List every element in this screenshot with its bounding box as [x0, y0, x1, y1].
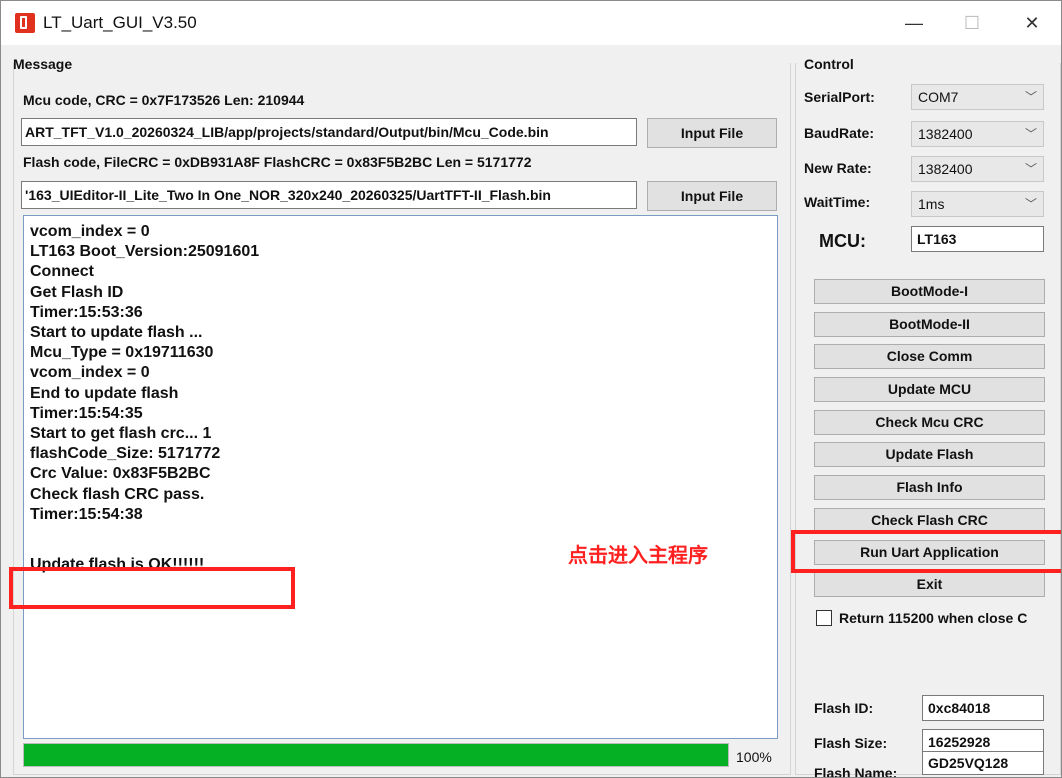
- message-group-title: Message: [13, 56, 73, 72]
- log-line: Mcu_Type = 0x19711630: [30, 344, 214, 362]
- progress-fill: [24, 744, 728, 766]
- progress-percent: 100%: [736, 749, 772, 765]
- return-115200-checkbox[interactable]: [816, 610, 832, 626]
- mcu-label: MCU:: [819, 231, 866, 251]
- new-rate-select[interactable]: 1382400 ﹀: [911, 156, 1044, 182]
- minimize-button[interactable]: —: [886, 1, 942, 45]
- bootmode-2-button[interactable]: BootMode-II: [814, 312, 1045, 337]
- log-line: Timer:15:54:35: [30, 404, 143, 422]
- chevron-down-icon: ﹀: [1024, 90, 1037, 104]
- flash-name-label: Flash Name:: [814, 765, 898, 778]
- log-line: LT163 Boot_Version:25091601: [30, 243, 260, 261]
- log-line: Start to get flash crc... 1: [30, 425, 212, 443]
- check-mcu-crc-button[interactable]: Check Mcu CRC: [814, 410, 1045, 435]
- log-line: Timer:15:54:38: [30, 505, 143, 523]
- log-line: Get Flash ID: [30, 283, 124, 301]
- serial-port-label: SerialPort:: [804, 89, 875, 105]
- flash-input-file-button[interactable]: Input File: [647, 181, 777, 211]
- mcu-field[interactable]: LT163: [911, 226, 1044, 252]
- mcu-input-file-button[interactable]: Input File: [647, 118, 777, 148]
- flash-id-label: Flash ID:: [814, 700, 874, 716]
- flash-info-button[interactable]: Flash Info: [814, 475, 1045, 500]
- close-comm-button[interactable]: Close Comm: [814, 344, 1045, 369]
- flash-code-path-field[interactable]: '163_UIEditor-II_Lite_Two In One_NOR_320…: [21, 181, 637, 209]
- update-flash-button[interactable]: Update Flash: [814, 442, 1045, 467]
- chevron-down-icon: ﹀: [1024, 197, 1037, 211]
- chevron-down-icon: ﹀: [1024, 127, 1037, 141]
- log-output[interactable]: vcom_index = 0 LT163 Boot_Version:250916…: [23, 215, 778, 739]
- log-line: vcom_index = 0: [30, 364, 150, 382]
- new-rate-label: New Rate:: [804, 160, 872, 176]
- update-mcu-button[interactable]: Update MCU: [814, 377, 1045, 402]
- log-line: flashCode_Size: 5171772: [30, 445, 221, 463]
- control-group-title: Control: [804, 56, 854, 72]
- wait-time-label: WaitTime:: [804, 194, 871, 210]
- log-line: Check flash CRC pass.: [30, 485, 205, 503]
- progress-bar: [23, 743, 729, 767]
- wait-time-value: 1ms: [918, 196, 945, 212]
- flash-size-label: Flash Size:: [814, 735, 888, 751]
- exit-button[interactable]: Exit: [814, 572, 1045, 597]
- baud-rate-select[interactable]: 1382400 ﹀: [911, 121, 1044, 147]
- app-window: LT_Uart_GUI_V3.50 — ☐ ✕ Message Mcu code…: [0, 0, 1062, 778]
- highlight-update-ok: [9, 567, 295, 609]
- bootmode-1-button[interactable]: BootMode-I: [814, 279, 1045, 304]
- log-line: Crc Value: 0x83F5B2BC: [30, 465, 211, 483]
- log-line: Connect: [30, 263, 94, 281]
- return-115200-label: Return 115200 when close C: [839, 610, 1028, 626]
- flash-id-field[interactable]: 0xc84018: [922, 695, 1044, 721]
- chevron-down-icon: ﹀: [1024, 162, 1037, 176]
- serial-port-select[interactable]: COM7 ﹀: [911, 84, 1044, 110]
- log-line: vcom_index = 0: [30, 223, 150, 240]
- log-line: Timer:15:53:36: [30, 303, 143, 321]
- log-line: Start to update flash ...: [30, 324, 203, 342]
- window-title: LT_Uart_GUI_V3.50: [43, 13, 197, 32]
- serial-port-value: COM7: [918, 89, 959, 105]
- baud-rate-value: 1382400: [918, 126, 973, 142]
- mcu-code-label: Mcu code, CRC = 0x7F173526 Len: 210944: [23, 92, 305, 108]
- close-button[interactable]: ✕: [1004, 1, 1060, 45]
- flash-name-field[interactable]: GD25VQ128: [922, 751, 1044, 775]
- baud-rate-label: BaudRate:: [804, 125, 875, 141]
- wait-time-select[interactable]: 1ms ﹀: [911, 191, 1044, 217]
- title-bar[interactable]: LT_Uart_GUI_V3.50 — ☐ ✕: [1, 1, 1061, 45]
- maximize-button[interactable]: ☐: [944, 1, 1000, 45]
- flash-code-label: Flash code, FileCRC = 0xDB931A8F FlashCR…: [23, 154, 532, 170]
- app-logo-icon: [15, 13, 35, 33]
- annotation-text: 点击进入主程序: [568, 545, 708, 567]
- highlight-run-uart: [791, 530, 1061, 573]
- log-line: End to update flash: [30, 384, 179, 402]
- mcu-code-path-field[interactable]: ART_TFT_V1.0_20260324_LIB/app/projects/s…: [21, 118, 637, 146]
- new-rate-value: 1382400: [918, 161, 973, 177]
